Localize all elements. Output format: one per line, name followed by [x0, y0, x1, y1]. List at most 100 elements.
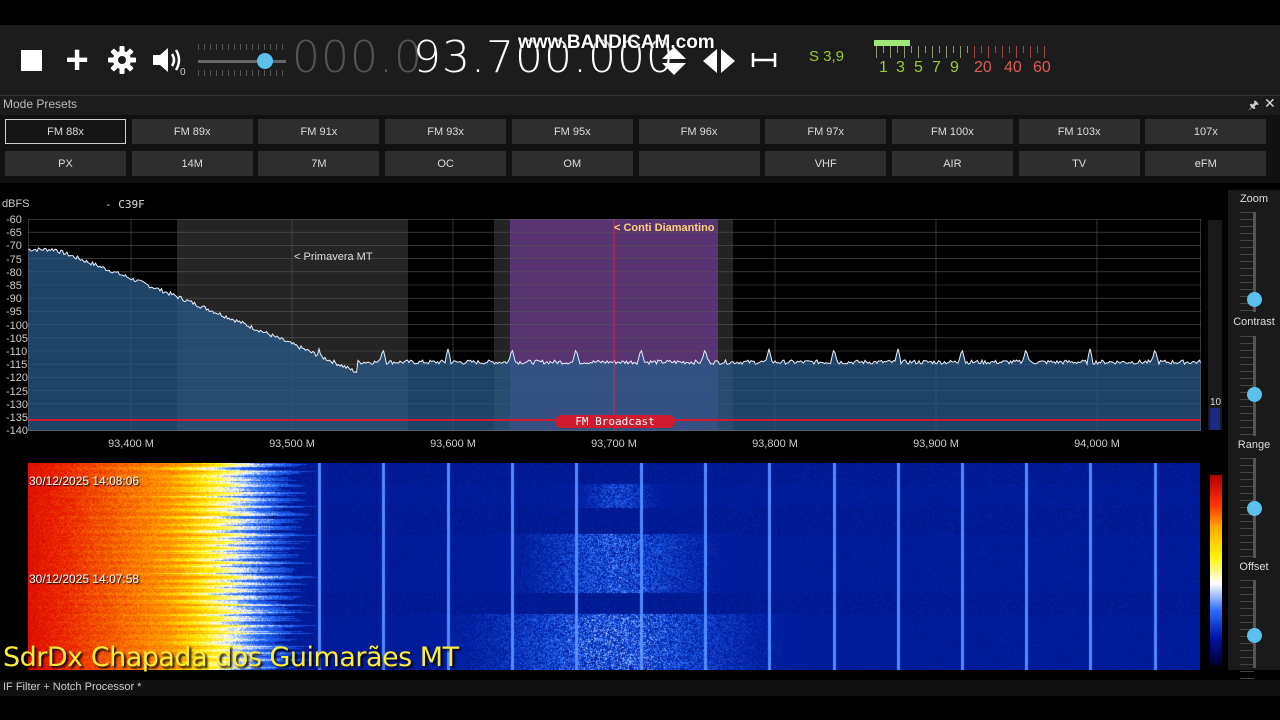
preset-button[interactable]: VHF	[765, 151, 887, 176]
y-tick-label: -70	[6, 240, 22, 253]
frequency-leading-digits[interactable]: 000.0	[292, 32, 423, 83]
offset-slider[interactable]	[1253, 580, 1256, 668]
s-meter-tick	[883, 46, 884, 53]
waterfall-display[interactable]	[28, 463, 1200, 670]
contrast-ticks	[1240, 336, 1254, 436]
left-right-arrows-icon	[703, 49, 735, 73]
spectrum-unit-label: dBFS	[2, 198, 30, 210]
waterfall-color-scale	[1210, 475, 1222, 665]
preset-button[interactable]: TV	[1018, 151, 1140, 176]
span-button[interactable]	[751, 50, 777, 70]
close-icon[interactable]: ✕	[1264, 95, 1276, 112]
s-meter-tick	[1009, 46, 1010, 53]
y-tick-label: -95	[6, 306, 22, 319]
up-down-arrows-icon	[662, 47, 686, 75]
s-meter-scale-label: 40	[1004, 59, 1022, 76]
y-tick-label: -60	[6, 214, 22, 226]
s-meter-tick	[1016, 46, 1017, 58]
s-meter-tick	[911, 46, 912, 53]
range-label: Range	[1237, 439, 1271, 451]
preset-button[interactable]: FM 100x	[891, 119, 1013, 144]
settings-button[interactable]	[105, 43, 139, 77]
zoom-label: Zoom	[1239, 193, 1269, 205]
preset-button[interactable]: PX	[5, 151, 126, 176]
presets-header	[0, 95, 1280, 115]
preset-button[interactable]: OC	[385, 151, 507, 176]
add-button[interactable]: +	[61, 40, 93, 80]
s-meter-tick	[890, 46, 891, 58]
s-meter-tick	[960, 46, 961, 58]
preset-button[interactable]: FM 96x	[638, 119, 760, 144]
offset-slider-thumb[interactable]	[1247, 628, 1262, 643]
video-overlay-title: SdrDx Chapada dos Guimarães MT	[3, 642, 459, 673]
x-tick-label: 93,800 M	[752, 438, 798, 450]
preset-button[interactable]: FM 91x	[258, 119, 380, 144]
waterfall-timestamp: 30/12/2025 14:08:06	[29, 474, 140, 488]
x-tick-label: 93,700 M	[591, 438, 637, 450]
s-meter-tick	[925, 46, 926, 53]
volume-ticks-bottom	[198, 70, 286, 76]
spectrum-scroll-value: 10	[1210, 397, 1222, 408]
preset-button[interactable]: OM	[511, 151, 633, 176]
s-meter-scale-label: 9	[950, 59, 959, 76]
gear-icon	[108, 46, 136, 74]
s-meter-scale-label: 1	[879, 59, 888, 76]
preset-button[interactable]: FM 88x	[5, 119, 126, 144]
y-tick-label: -120	[6, 372, 29, 385]
tune-leftright-button[interactable]	[702, 47, 736, 75]
preset-button[interactable]: 14M	[131, 151, 253, 176]
y-tick-label: -130	[6, 398, 29, 411]
preset-button[interactable]: FM 89x	[131, 119, 253, 144]
offset-label: Offset	[1239, 561, 1269, 573]
y-tick-label: -125	[6, 385, 29, 398]
s-meter-tick	[946, 46, 947, 58]
preset-button[interactable]: FM 93x	[385, 119, 507, 144]
zoom-slider-thumb[interactable]	[1247, 292, 1262, 307]
s-meter-tick	[939, 46, 940, 53]
station-marker-primavera: < Primavera MT	[294, 251, 373, 263]
volume-value: 0	[180, 67, 186, 78]
s-meter-tick	[995, 46, 996, 53]
y-tick-label: -85	[6, 280, 22, 292]
s-meter-tick	[897, 46, 898, 53]
tune-updown-button[interactable]	[660, 45, 688, 77]
s-meter-tick	[904, 46, 905, 58]
spectrum-plot[interactable]	[28, 219, 1201, 431]
preset-button[interactable]: eFM	[1145, 151, 1267, 176]
s-meter-tick	[1044, 46, 1045, 58]
presets-title: Mode Presets	[3, 97, 78, 111]
contrast-slider-thumb[interactable]	[1247, 387, 1262, 402]
s-meter-tick	[981, 46, 982, 53]
preset-button[interactable]: AIR	[891, 151, 1013, 176]
range-slider-thumb[interactable]	[1247, 501, 1262, 516]
y-tick-label: -115	[6, 359, 28, 372]
x-tick-label: 93,900 M	[913, 438, 959, 450]
station-marker-conti: < Conti Diamantino	[614, 222, 715, 234]
s-meter-tick	[1037, 46, 1038, 53]
preset-button[interactable]: FM 97x	[765, 119, 887, 144]
s-meter-tick	[918, 46, 919, 58]
preset-button[interactable]: 7M	[258, 151, 380, 176]
y-tick-label: -110	[6, 346, 28, 358]
spectrum-scroll-fill	[1210, 408, 1220, 430]
pin-icon[interactable]: 🖈	[1248, 96, 1259, 117]
preset-button[interactable]: 107x	[1145, 119, 1267, 144]
y-tick-label: -135	[6, 412, 29, 424]
s-meter-tick	[1023, 46, 1024, 53]
spectrum-tag: - C39F	[105, 198, 145, 211]
preset-button[interactable]	[638, 151, 760, 176]
y-tick-label: -140	[6, 425, 29, 438]
volume-ticks-top	[198, 44, 286, 50]
contrast-slider[interactable]	[1253, 336, 1256, 436]
volume-slider-thumb[interactable]	[257, 53, 273, 69]
x-tick-label: 93,500 M	[269, 438, 315, 450]
preset-button[interactable]: FM 95x	[511, 119, 633, 144]
plus-icon: +	[65, 38, 89, 82]
preset-button[interactable]: FM 103x	[1018, 119, 1140, 144]
stop-button[interactable]	[20, 49, 42, 71]
s-meter-tick	[967, 46, 968, 53]
span-width-icon	[751, 53, 777, 67]
x-tick-label: 93,400 M	[108, 438, 154, 450]
s-meter-scale-label: 3	[896, 59, 905, 76]
x-tick-label: 94,000 M	[1074, 438, 1120, 450]
